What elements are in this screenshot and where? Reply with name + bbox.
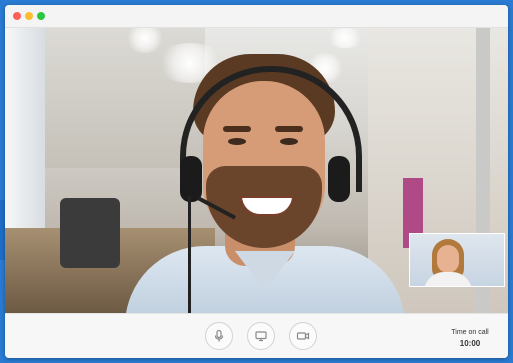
call-control-bar: Time on call 10:00 bbox=[5, 313, 508, 358]
window-maximize-button[interactable] bbox=[37, 12, 45, 20]
window-minimize-button[interactable] bbox=[25, 12, 33, 20]
background-window bbox=[5, 28, 45, 228]
call-timer-value: 10:00 bbox=[459, 339, 481, 348]
screen-share-button[interactable] bbox=[247, 322, 275, 350]
microphone-button[interactable] bbox=[205, 322, 233, 350]
headset-earcup bbox=[180, 156, 202, 202]
self-view-body bbox=[424, 272, 472, 286]
call-timer-label: Time on call bbox=[451, 329, 489, 336]
camera-button[interactable] bbox=[289, 322, 317, 350]
microphone-icon bbox=[214, 329, 224, 342]
screen-share-icon bbox=[255, 331, 267, 342]
window-close-button[interactable] bbox=[13, 12, 21, 20]
self-view-video[interactable] bbox=[409, 233, 505, 287]
video-camera-icon bbox=[296, 332, 310, 340]
video-call-window: Time on call 10:00 bbox=[5, 5, 508, 358]
headset-earcup bbox=[328, 156, 350, 202]
title-bar bbox=[5, 5, 508, 28]
ceiling-light bbox=[325, 28, 365, 48]
headset-cable bbox=[188, 196, 191, 313]
caller-person bbox=[100, 46, 420, 313]
self-view-face bbox=[437, 245, 459, 273]
call-timer: Time on call 10:00 bbox=[440, 327, 500, 349]
